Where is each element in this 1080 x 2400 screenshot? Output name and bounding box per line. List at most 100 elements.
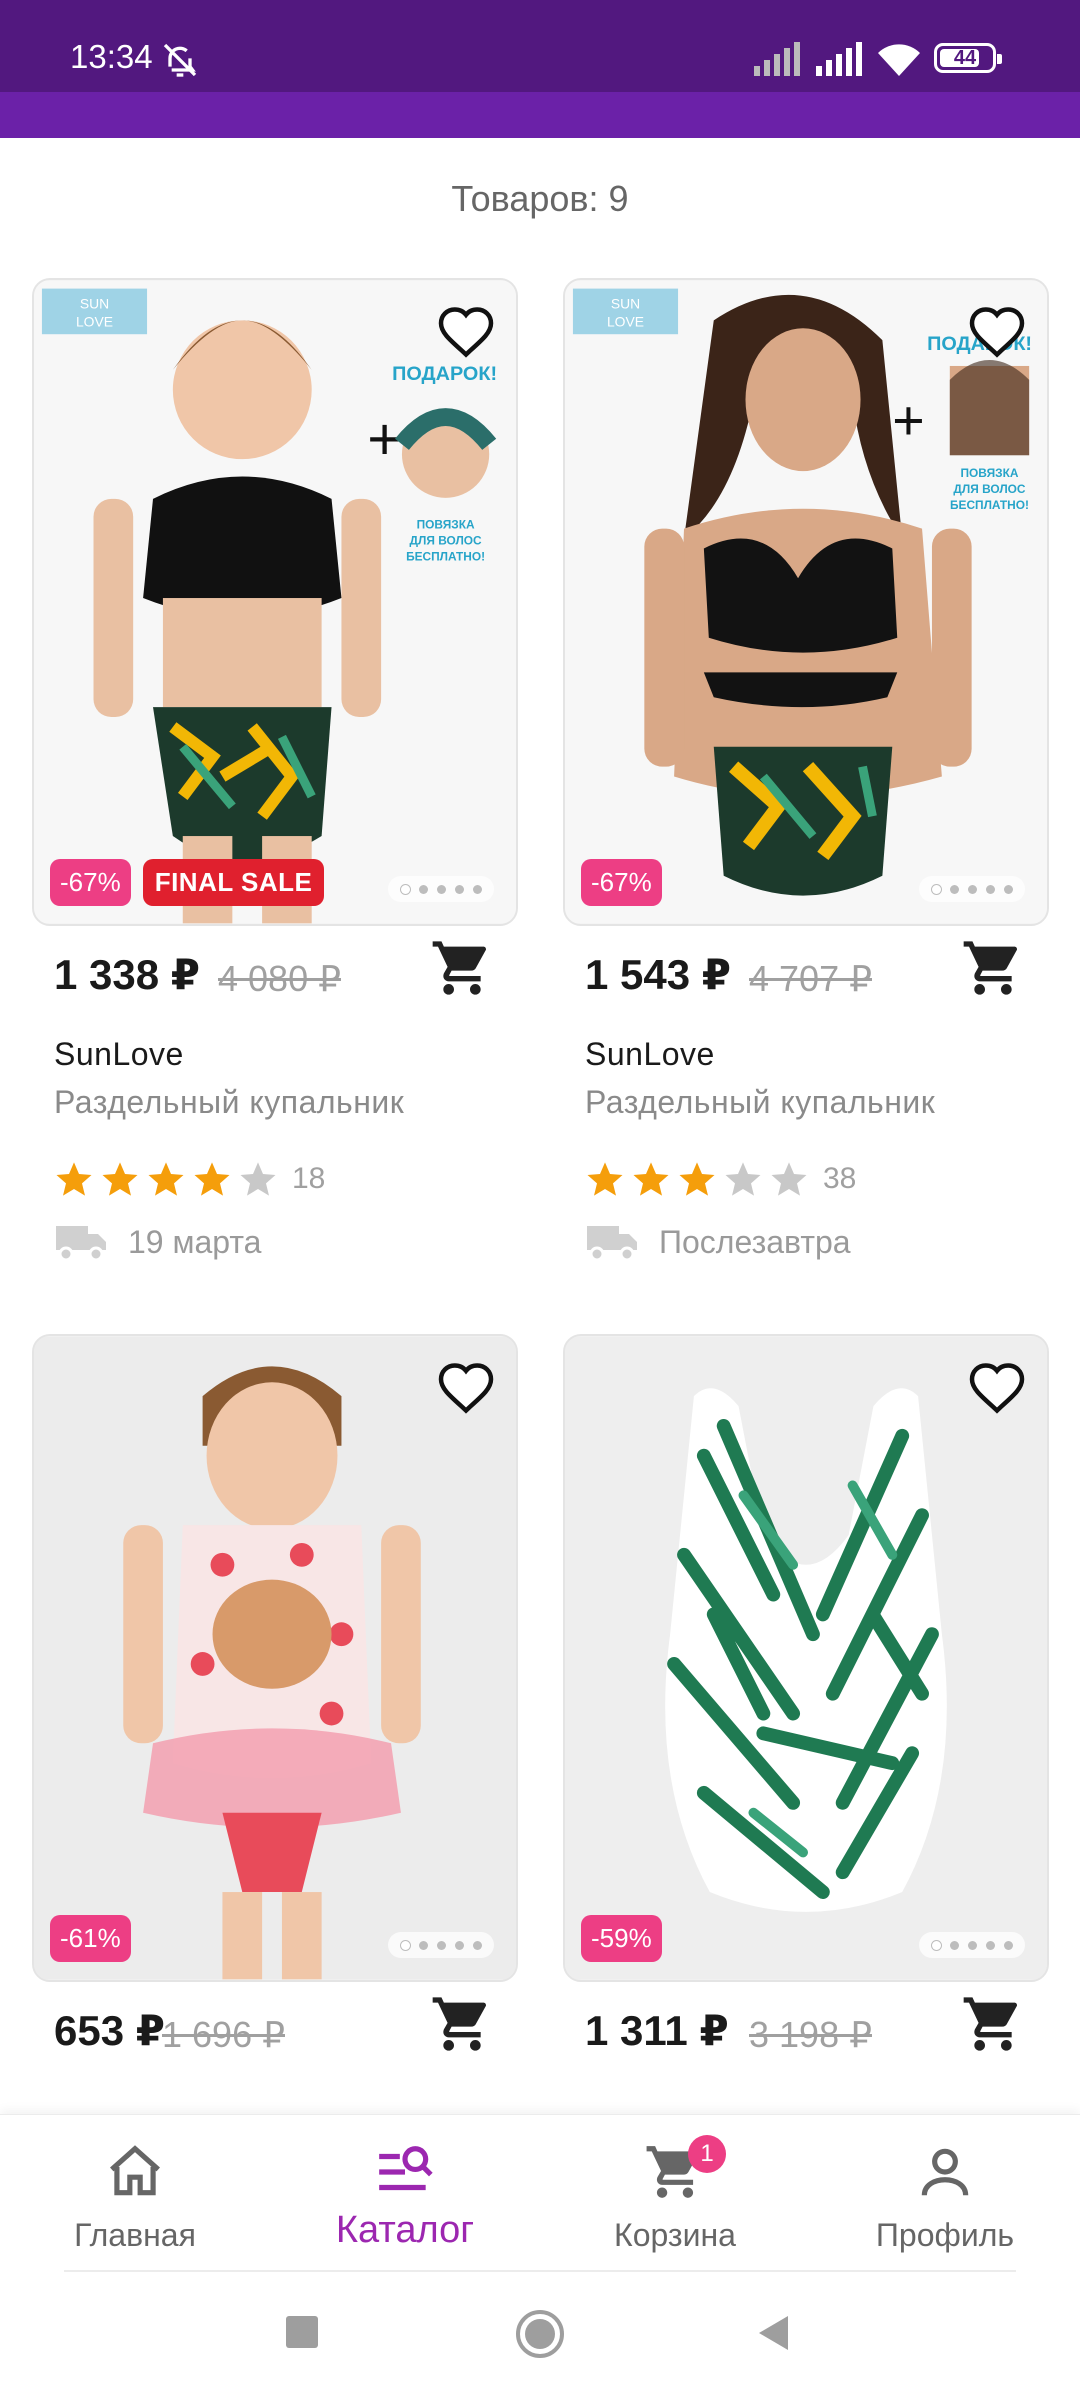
final-sale-badge: FINAL SALE [142,859,325,906]
price: 1 311 ₽ [585,2007,729,2054]
profile-icon [921,2148,969,2196]
favorite-heart-icon[interactable] [436,302,496,362]
status-bar: 13:34 44 [0,0,1080,92]
product-type: Раздельный купальник [585,1084,936,1120]
nav-label: Каталог [335,2209,475,2251]
star-filled-icon [56,1162,92,1196]
product-brand: SunLove [585,1036,715,1072]
image-pager-dots [388,876,494,902]
truck-icon [56,1226,106,1262]
star-empty-icon [725,1162,761,1196]
add-to-cart-icon[interactable] [961,1992,1025,2056]
header-bar [0,92,1080,138]
add-to-cart-icon[interactable] [961,936,1025,1000]
delivery-date: 19 марта [128,1223,262,1260]
star-empty-icon [771,1162,807,1196]
favorite-heart-icon[interactable] [967,302,1027,362]
home-icon [110,2145,160,2196]
old-price: 4 707 ₽ [749,958,872,999]
svg-text:ПОДАРОК!: ПОДАРОК! [392,363,497,385]
recent-apps-icon[interactable] [284,2314,320,2350]
product-image[interactable]: -59% [563,1334,1049,1982]
wifi-icon [878,44,920,76]
star-filled-icon [194,1162,230,1196]
favorite-heart-icon[interactable] [436,1358,496,1418]
bell-muted-icon [163,43,197,77]
nav-label: Профиль [875,2217,1015,2253]
status-time: 13:34 [70,38,153,75]
svg-text:БЕСПЛАТНО!: БЕСПЛАТНО! [406,549,485,563]
nav-item-home[interactable]: Главная [0,2141,270,2254]
back-icon[interactable] [756,2314,792,2352]
rating: 38 [585,1146,1049,1212]
product-card[interactable]: -61% 653 ₽ 1 696 ₽ [32,1334,518,2092]
add-to-cart-icon[interactable] [430,1992,494,2056]
items-count: Товаров: 9 [451,178,629,219]
signal-icon [754,42,800,76]
svg-text:LOVE: LOVE [76,313,113,329]
review-count: 38 [823,1162,857,1195]
discount-badge: -61% [50,1915,131,1962]
signal-icon [816,42,862,76]
price: 653 ₽ [54,2007,165,2054]
product-photo [34,1336,516,1980]
home-button-icon[interactable] [514,2308,566,2360]
product-card[interactable]: SUN LOVE + ПОДАРОК! ПОВЯЗКА ДЛЯ ВОЛОС БЕ… [563,278,1049,1272]
old-price: 3 198 ₽ [749,2014,872,2055]
image-pager-dots [919,876,1025,902]
old-price: 4 080 ₽ [218,958,341,999]
nav-label: Главная [74,2217,196,2253]
product-photo [565,1336,1047,1980]
star-empty-icon [240,1162,276,1196]
add-to-cart-icon[interactable] [430,936,494,1000]
svg-text:SUN: SUN [611,295,640,311]
nav-divider [64,2270,1016,2272]
product-brand: SunLove [54,1036,184,1072]
truck-icon [587,1226,637,1262]
system-navigation-bar [0,2274,1080,2400]
product-card[interactable]: -59% 1 311 ₽ 3 198 ₽ [563,1334,1049,2092]
discount-badge: -59% [581,1915,662,1962]
star-filled-icon [102,1162,138,1196]
star-filled-icon [679,1162,715,1196]
svg-text:ДЛЯ ВОЛОС: ДЛЯ ВОЛОС [410,533,482,547]
svg-text:ДЛЯ ВОЛОС: ДЛЯ ВОЛОС [953,482,1025,496]
svg-text:LOVE: LOVE [607,313,644,329]
product-image[interactable]: SUN LOVE + ПОДАРОК! ПОВЯЗКА ДЛЯ ВОЛОС БЕ… [32,278,518,926]
star-filled-icon [587,1162,623,1196]
product-photo: SUN LOVE + ПОДАРОК! ПОВЯЗКА ДЛЯ ВОЛОС БЕ… [565,280,1047,924]
battery-indicator: 44 [934,43,1002,73]
product-type: Раздельный купальник [54,1084,405,1120]
svg-text:SUN: SUN [80,295,109,311]
price: 1 543 ₽ [585,951,731,998]
favorite-heart-icon[interactable] [967,1358,1027,1418]
price: 1 338 ₽ [54,951,200,998]
delivery-info: Послезавтра [585,1212,1049,1272]
svg-text:+: + [892,389,924,451]
catalog-search-icon [379,2146,433,2191]
star-filled-icon [148,1162,184,1196]
product-image[interactable]: -61% [32,1334,518,1982]
product-image[interactable]: SUN LOVE + ПОДАРОК! ПОВЯЗКА ДЛЯ ВОЛОС БЕ… [563,278,1049,926]
svg-text:ПОВЯЗКА: ПОВЯЗКА [417,518,475,532]
discount-badge: -67% [50,859,131,906]
svg-text:ПОВЯЗКА: ПОВЯЗКА [961,466,1019,480]
image-pager-dots [388,1932,494,1958]
product-card[interactable]: SUN LOVE + ПОДАРОК! ПОВЯЗКА ДЛЯ ВОЛОС БЕ… [32,278,518,1272]
nav-label: Корзина [614,2217,736,2253]
cart-count-badge: 1 [688,2135,726,2173]
review-count: 18 [292,1162,326,1195]
nav-item-profile[interactable]: Профиль [810,2141,1080,2254]
nav-item-cart[interactable]: 1 Корзина [540,2135,810,2254]
product-photo: SUN LOVE + ПОДАРОК! ПОВЯЗКА ДЛЯ ВОЛОС БЕ… [34,280,516,924]
battery-level: 44 [953,46,977,69]
svg-text:БЕСПЛАТНО!: БЕСПЛАТНО! [950,498,1029,512]
bottom-navigation: Главная Каталог 1 Корзина Профиль [0,2114,1080,2274]
delivery-info: 19 марта [54,1212,518,1272]
nav-item-catalog[interactable]: Каталог [270,2141,540,2252]
delivery-date: Послезавтра [659,1223,851,1260]
old-price: 1 696 ₽ [162,2014,285,2055]
star-filled-icon [633,1162,669,1196]
discount-badge: -67% [581,859,662,906]
rating: 18 [54,1146,518,1212]
